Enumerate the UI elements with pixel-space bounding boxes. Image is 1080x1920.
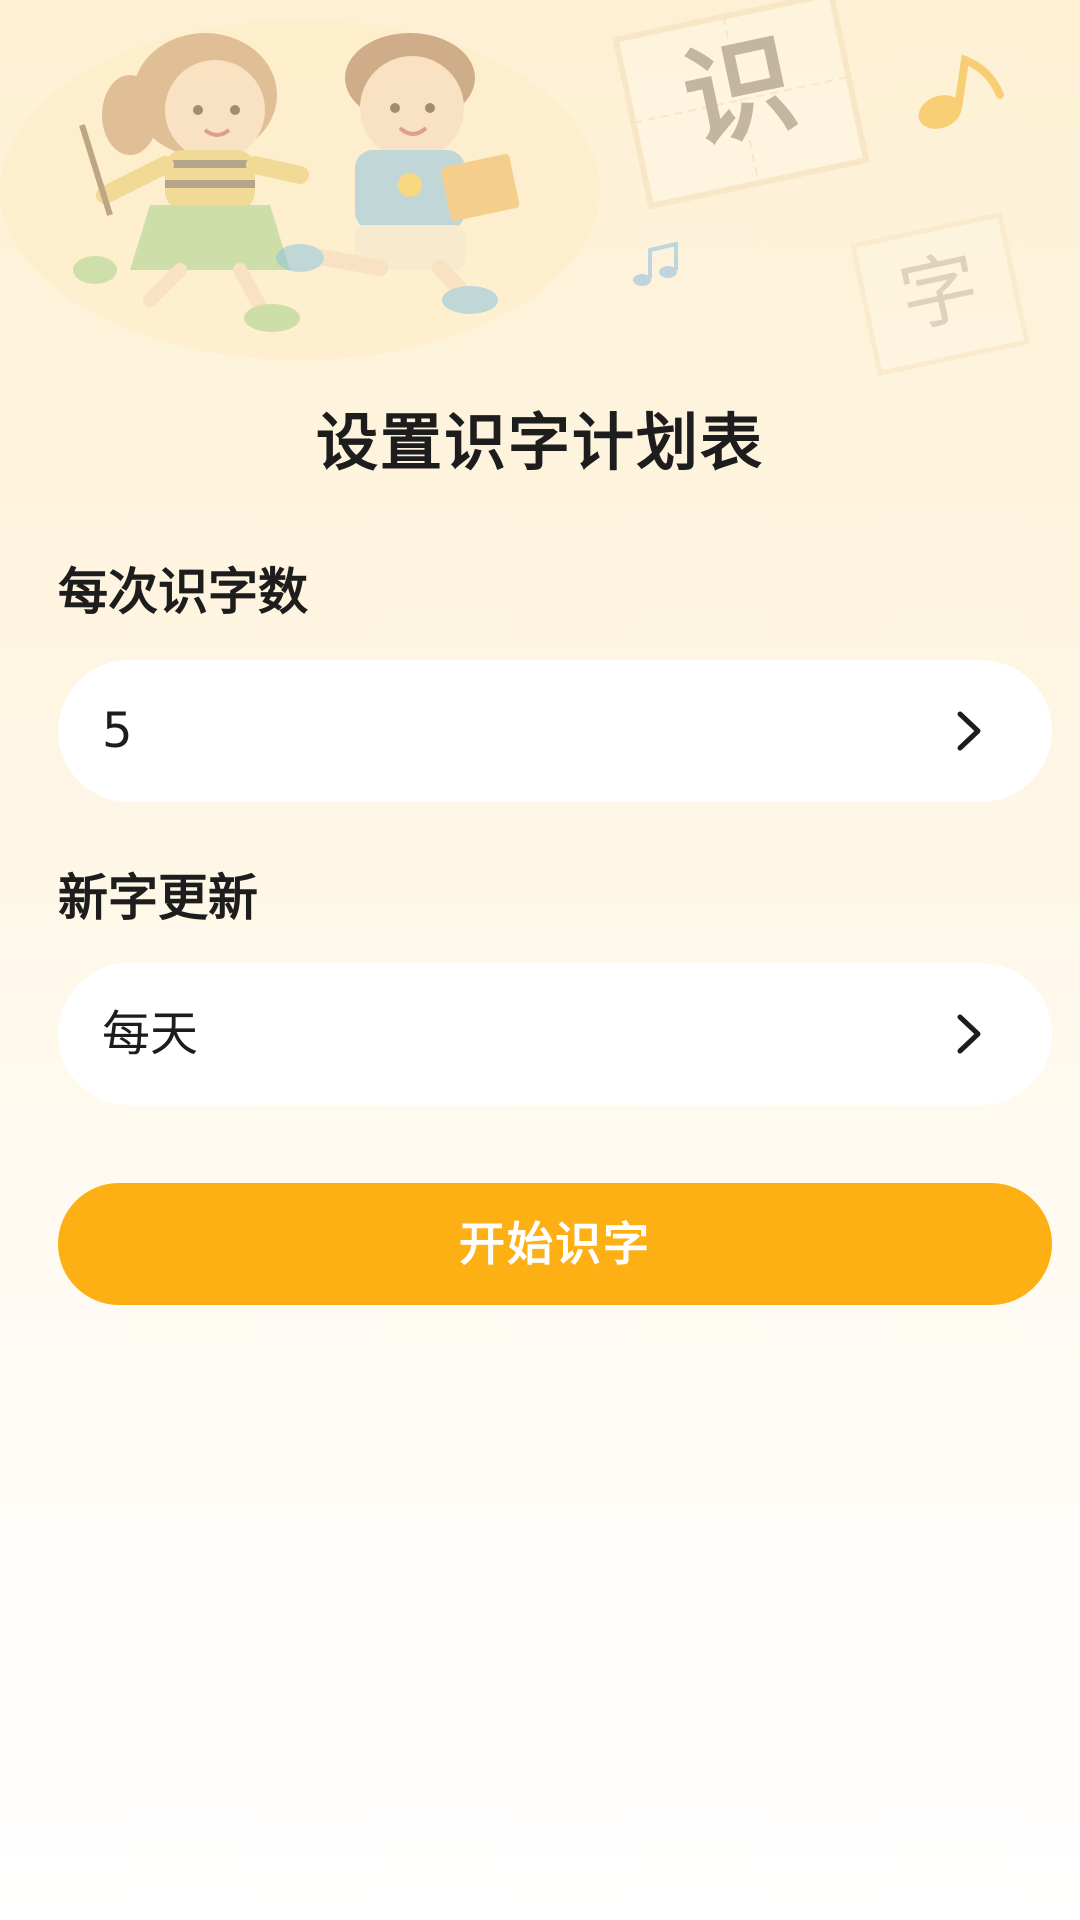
page-title: 设置识字计划表 (315, 406, 764, 479)
hero-illustration: 识 字 (0, 0, 1080, 380)
words-per-session-label: 每次识字数 (58, 563, 308, 621)
chevron-right-icon (957, 711, 981, 751)
hero-svg: 识 字 (0, 0, 1030, 377)
chevron-right-icon (957, 1014, 981, 1054)
new-word-update-label: 新字更新 (58, 869, 258, 927)
calligraphy-card-large: 识 (612, 0, 870, 210)
start-learning-button[interactable]: 开始识字 (58, 1183, 1052, 1305)
words-per-session-value: 5 (102, 703, 133, 759)
music-note-small-icon (633, 241, 678, 286)
words-per-session-selector[interactable]: 5 (58, 660, 1052, 802)
calligraphy-card-small: 字 (850, 211, 1030, 377)
new-word-update-selector[interactable]: 每天 (58, 963, 1052, 1105)
new-word-update-value: 每天 (102, 1006, 199, 1062)
music-note-icon (918, 54, 1004, 129)
